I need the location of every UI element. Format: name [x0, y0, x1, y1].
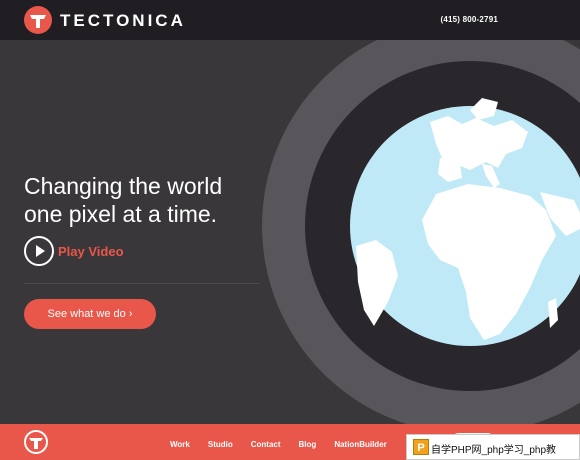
footer-link-work[interactable]: Work	[170, 440, 190, 449]
brand-name[interactable]: TECTONICA	[60, 11, 186, 31]
footer-nav: Work Studio Contact Blog NationBuilder	[170, 440, 405, 449]
play-video-button[interactable]	[24, 236, 54, 266]
globe-icon	[262, 40, 580, 424]
headline-line-1: Changing the world	[24, 173, 223, 199]
phone-number[interactable]: (415) 800-2791	[440, 15, 498, 24]
hero-section: Changing the world one pixel at a time. …	[0, 40, 580, 424]
footer-link-blog[interactable]: Blog	[299, 440, 317, 449]
play-icon	[36, 245, 45, 257]
tectonica-logo-icon[interactable]	[24, 430, 48, 454]
play-video-link[interactable]: Play Video	[58, 244, 124, 259]
footer-link-studio[interactable]: Studio	[208, 440, 233, 449]
see-what-we-do-button[interactable]: See what we do ›	[24, 299, 156, 329]
hero-divider	[24, 283, 260, 284]
php-badge-icon: P	[413, 439, 429, 455]
headline-line-2: one pixel at a time.	[24, 201, 218, 227]
hero-headline: Changing the world one pixel at a time.	[24, 172, 222, 228]
tectonica-logo-icon[interactable]	[24, 6, 52, 34]
footer-link-contact[interactable]: Contact	[251, 440, 281, 449]
watermark-text: 自学PHP网_php学习_php教	[431, 445, 557, 456]
footer-link-nationbuilder[interactable]: NationBuilder	[334, 440, 386, 449]
watermark-banner: P 自学PHP网_php学习_php教	[406, 434, 580, 460]
top-nav-bar: TECTONICA (415) 800-2791	[0, 0, 580, 40]
